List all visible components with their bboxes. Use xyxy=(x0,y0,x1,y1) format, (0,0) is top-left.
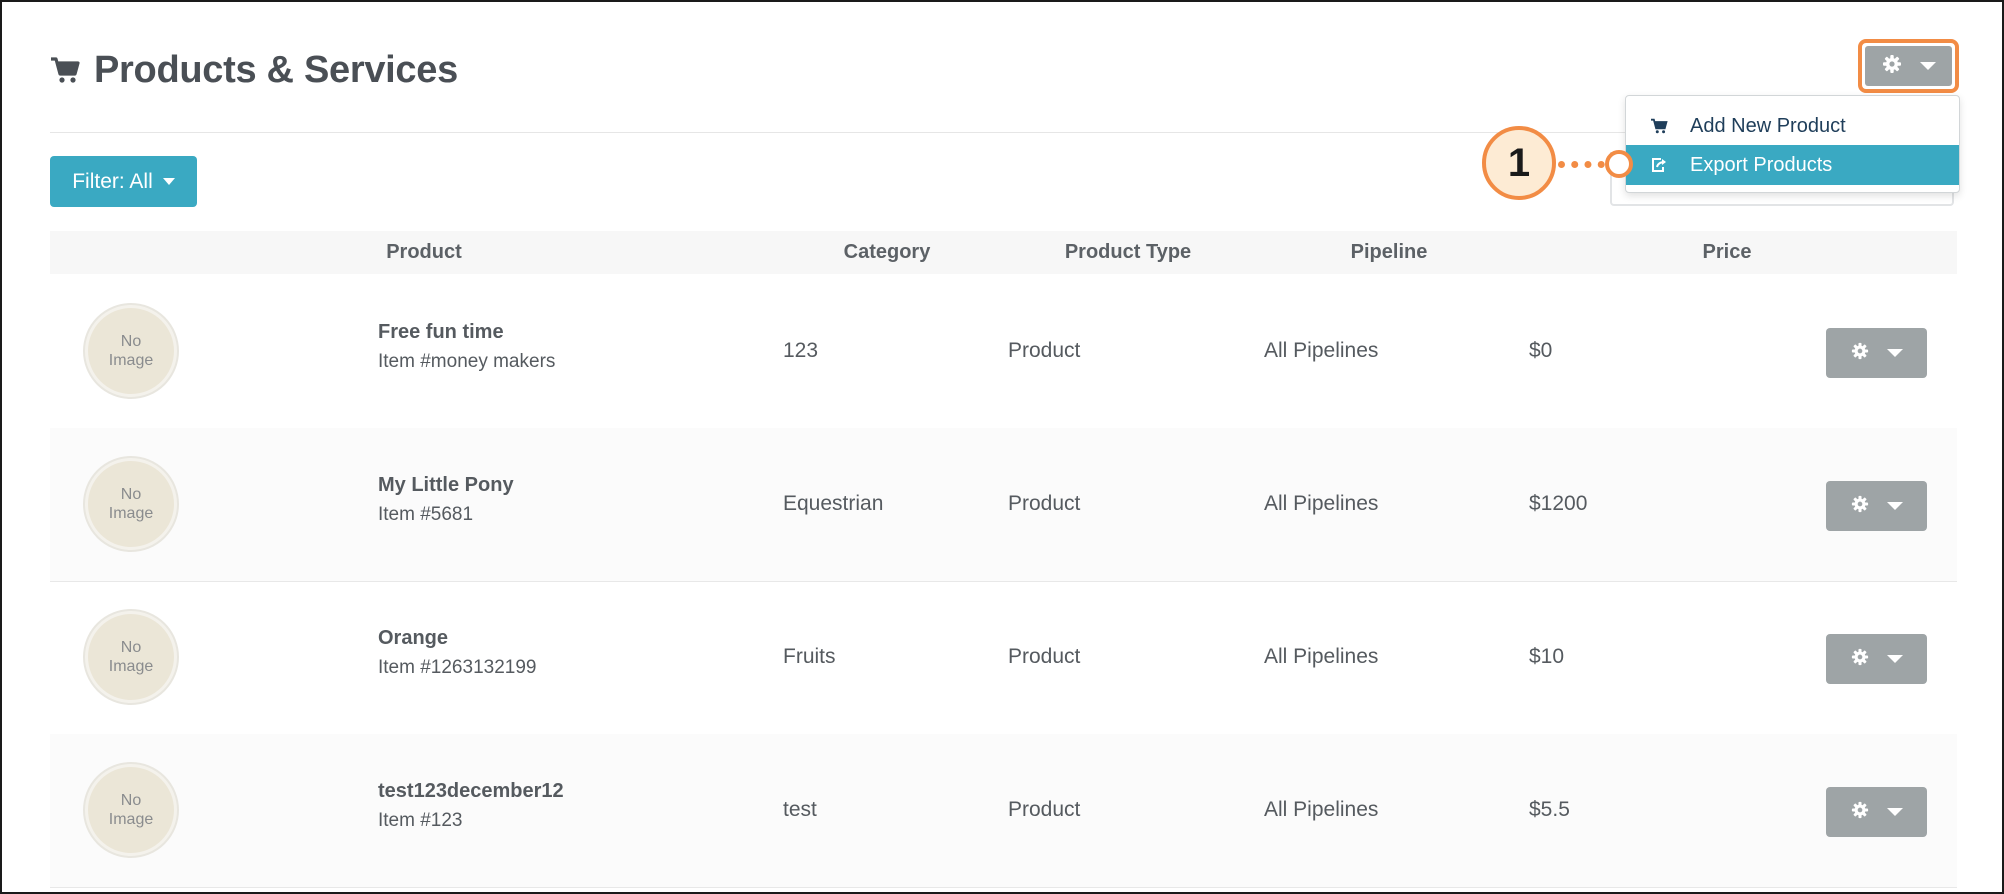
product-type: Product xyxy=(1008,339,1081,362)
product-category: test xyxy=(783,798,817,821)
product-name[interactable]: test123december12 xyxy=(378,780,564,803)
product-pipeline: All Pipelines xyxy=(1264,339,1379,362)
page-frame: Products & Services Add New Product Expo… xyxy=(0,0,2004,894)
chevron-down-icon xyxy=(1886,655,1903,663)
product-price: $0 xyxy=(1529,339,1553,362)
settings-menu-button[interactable] xyxy=(1858,39,1959,93)
column-header-product-type[interactable]: Product Type xyxy=(1065,231,1191,274)
menu-item-label: Add New Product xyxy=(1690,114,1846,137)
product-category: Fruits xyxy=(783,645,836,668)
product-pipeline: All Pipelines xyxy=(1264,492,1379,515)
product-pipeline: All Pipelines xyxy=(1264,798,1379,821)
row-actions-button[interactable] xyxy=(1826,481,1927,531)
table-row[interactable]: No Image My Little Pony Item #5681 Equest… xyxy=(50,428,1957,582)
product-type: Product xyxy=(1008,492,1081,515)
step-callout-badge: 1 xyxy=(1482,126,1556,200)
product-image-placeholder: No Image xyxy=(83,303,179,399)
column-header-product[interactable]: Product xyxy=(386,231,462,274)
product-name[interactable]: Free fun time xyxy=(378,321,504,344)
product-name[interactable]: My Little Pony xyxy=(378,474,514,497)
filter-dropdown-button[interactable]: Filter: All xyxy=(50,156,197,207)
product-image-placeholder: No Image xyxy=(83,762,179,858)
column-header-pipeline[interactable]: Pipeline xyxy=(1351,231,1428,274)
product-price: $10 xyxy=(1529,645,1565,668)
column-header-price[interactable]: Price xyxy=(1703,231,1752,274)
menu-item-export-products[interactable]: Export Products xyxy=(1626,145,1959,185)
product-item-number: Item #123 xyxy=(378,810,463,831)
filter-label: Filter: All xyxy=(72,169,153,193)
callout-pointer-dot xyxy=(1605,150,1633,178)
table-row[interactable]: No Image Free fun time Item #money makers… xyxy=(50,275,1957,429)
column-header-category[interactable]: Category xyxy=(844,231,931,274)
export-icon xyxy=(1650,157,1672,173)
menu-item-add-new-product[interactable]: Add New Product xyxy=(1626,106,1959,146)
chevron-down-icon xyxy=(1886,808,1903,816)
product-price: $1200 xyxy=(1529,492,1588,515)
page-header: Products & Services xyxy=(50,40,458,100)
chevron-down-icon xyxy=(1919,62,1936,70)
table-row[interactable]: No Image test123december12 Item #123 test… xyxy=(50,734,1957,888)
callout-number: 1 xyxy=(1507,140,1531,185)
gear-icon xyxy=(1851,648,1869,671)
cart-icon xyxy=(1650,118,1672,134)
chevron-down-icon xyxy=(1886,349,1903,357)
cart-icon xyxy=(50,55,80,85)
product-category: 123 xyxy=(783,339,819,362)
row-actions-button[interactable] xyxy=(1826,787,1927,837)
settings-dropdown-menu: Add New Product Export Products xyxy=(1625,95,1960,193)
gear-icon xyxy=(1882,54,1902,79)
product-item-number: Item #5681 xyxy=(378,504,474,525)
table-row[interactable]: No Image Orange Item #1263132199 Fruits P… xyxy=(50,581,1957,735)
product-type: Product xyxy=(1008,645,1081,668)
chevron-down-icon xyxy=(1886,502,1903,510)
gear-icon xyxy=(1851,495,1869,518)
product-category: Equestrian xyxy=(783,492,884,515)
product-image-placeholder: No Image xyxy=(83,609,179,705)
product-name[interactable]: Orange xyxy=(378,627,448,650)
gear-icon xyxy=(1851,801,1869,824)
row-actions-button[interactable] xyxy=(1826,634,1927,684)
product-item-number: Item #money makers xyxy=(378,351,556,372)
menu-item-label: Export Products xyxy=(1690,153,1833,176)
row-actions-button[interactable] xyxy=(1826,328,1927,378)
product-type: Product xyxy=(1008,798,1081,821)
table-header: Product Category Product Type Pipeline P… xyxy=(50,231,1957,274)
product-item-number: Item #1263132199 xyxy=(378,657,537,678)
page-title: Products & Services xyxy=(94,48,458,91)
product-pipeline: All Pipelines xyxy=(1264,645,1379,668)
product-image-placeholder: No Image xyxy=(83,456,179,552)
chevron-down-icon xyxy=(162,178,175,185)
product-price: $5.5 xyxy=(1529,798,1570,821)
gear-icon xyxy=(1851,342,1869,365)
